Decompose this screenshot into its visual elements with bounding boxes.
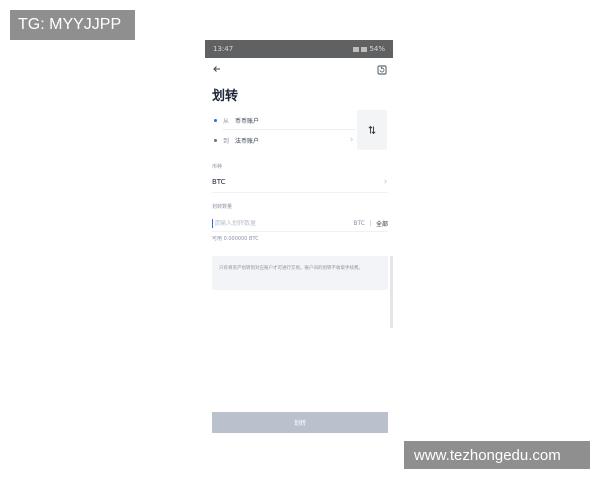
- wifi-icon: [361, 46, 368, 52]
- watermark-website: www.tezhongedu.com: [404, 441, 590, 469]
- text-caret: [212, 218, 213, 228]
- notice-box: 只有将资产划转到对应账户才可进行交易。账户间的划转不收取手续费。: [212, 256, 388, 290]
- status-battery-text: 54%: [369, 45, 385, 53]
- amount-row: BTC 全部: [212, 216, 388, 230]
- coin-divider: [212, 192, 388, 193]
- arrow-left-icon[interactable]: [212, 64, 222, 74]
- account-selector: 从 币币账户 到 法币账户: [212, 110, 356, 150]
- coin-selector[interactable]: BTC: [212, 178, 226, 186]
- all-button[interactable]: 全部: [376, 219, 388, 228]
- amount-divider: [212, 231, 388, 232]
- swap-accounts-button[interactable]: [357, 110, 387, 150]
- record-list-icon[interactable]: [377, 65, 387, 75]
- page-title: 划转: [212, 89, 239, 104]
- from-label: 从: [223, 117, 230, 125]
- phone-screen: 13:47 54% 划转 从 币币账户 到 法币账户 币种 BTC 划转数量 请…: [205, 40, 393, 440]
- from-account-row[interactable]: 从 币币账户: [212, 111, 356, 129]
- to-account-name: 法币账户: [235, 137, 260, 145]
- from-dot-icon: [214, 118, 217, 122]
- amount-unit: BTC: [353, 219, 365, 227]
- submit-transfer-button[interactable]: 划转: [212, 412, 388, 433]
- available-balance: 可用 0.000000 BTC: [212, 236, 259, 242]
- to-label: 到: [223, 137, 230, 145]
- status-bar: 13:47 54%: [205, 40, 393, 58]
- from-account-name: 币币账户: [235, 117, 260, 125]
- top-bar: [205, 62, 393, 78]
- amount-input[interactable]: [214, 219, 334, 227]
- watermark-telegram: TG: MYYJJPP: [10, 10, 135, 40]
- unit-separator: [369, 220, 371, 226]
- chevron-right-icon[interactable]: [383, 179, 388, 184]
- chevron-right-icon: [350, 137, 354, 142]
- coin-label: 币种: [212, 164, 223, 170]
- scrollbar[interactable]: [390, 256, 393, 328]
- to-account-row[interactable]: 到 法币账户: [212, 131, 356, 149]
- amount-label: 划转数量: [212, 204, 233, 210]
- swap-arrows-icon: [368, 125, 376, 135]
- status-indicators: 54%: [353, 45, 385, 53]
- notice-text: 只有将资产划转到对应账户才可进行交易。账户间的划转不收取手续费。: [219, 266, 363, 271]
- account-divider: [222, 129, 356, 130]
- status-time: 13:47: [213, 45, 234, 53]
- signal-icon: [353, 46, 360, 52]
- to-dot-icon: [214, 138, 217, 142]
